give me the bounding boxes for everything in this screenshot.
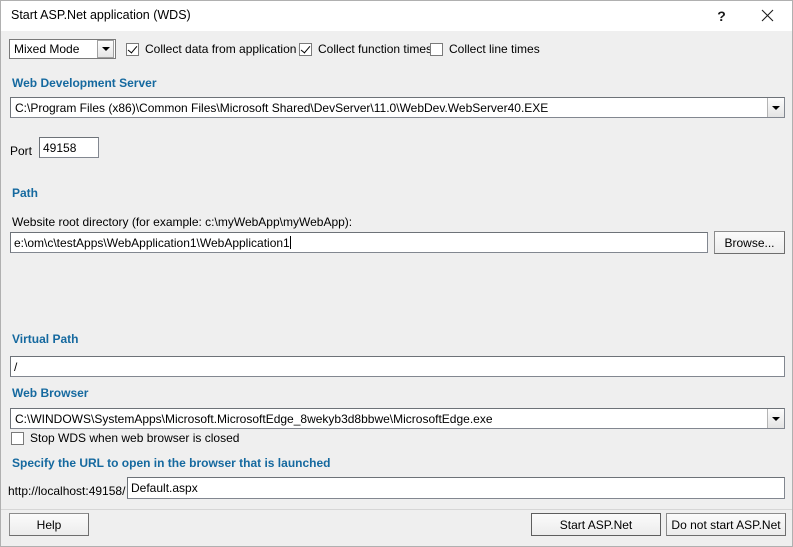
website-root-directory-label: Website root directory (for example: c:\…: [12, 215, 353, 229]
port-value: 49158: [43, 140, 77, 155]
chevron-down-icon[interactable]: [767, 409, 784, 428]
url-prefix-label: http://localhost:49158/: [8, 484, 126, 498]
chevron-down-icon[interactable]: [767, 98, 784, 117]
dialog-client-area: Mixed Mode Collect data from application…: [1, 31, 792, 546]
checkbox-box[interactable]: [430, 42, 443, 56]
checkbox-label: Stop WDS when web browser is closed: [30, 431, 240, 445]
checkbox-box[interactable]: [126, 42, 139, 56]
do-not-start-aspnet-button[interactable]: Do not start ASP.Net: [666, 513, 786, 536]
text-caret: [289, 236, 291, 249]
website-root-directory-value: e:\om\c\testApps\WebApplication1\WebAppl…: [14, 235, 290, 250]
collection-mode-combobox[interactable]: Mixed Mode: [9, 39, 116, 59]
website-root-directory-input[interactable]: e:\om\c\testApps\WebApplication1\WebAppl…: [10, 232, 708, 253]
collection-mode-value: Mixed Mode: [14, 42, 80, 56]
checkbox-collect-line-times[interactable]: Collect line times: [430, 42, 540, 56]
close-x-icon: [761, 9, 774, 22]
browse-button[interactable]: Browse...: [714, 231, 785, 254]
section-heading-web-browser: Web Browser: [12, 386, 89, 400]
window-title: Start ASP.Net application (WDS): [11, 8, 191, 22]
web-dev-server-path-combobox[interactable]: C:\Program Files (x86)\Common Files\Micr…: [10, 97, 785, 118]
help-question-icon[interactable]: ?: [699, 1, 744, 30]
checkbox-stop-wds-when-browser-closed[interactable]: Stop WDS when web browser is closed: [11, 431, 239, 445]
start-aspnet-button[interactable]: Start ASP.Net: [531, 513, 661, 536]
checkbox-label: Collect line times: [449, 42, 540, 56]
title-bar: Start ASP.Net application (WDS) ?: [1, 1, 792, 32]
checkbox-box[interactable]: [11, 431, 24, 445]
url-page-value: Default.aspx: [131, 481, 198, 495]
checkbox-collect-data-from-application[interactable]: Collect data from application: [126, 42, 296, 56]
checkbox-collect-function-times[interactable]: Collect function times: [299, 42, 432, 56]
port-input[interactable]: 49158: [39, 137, 99, 158]
section-heading-web-development-server: Web Development Server: [12, 76, 157, 90]
section-heading-path: Path: [12, 186, 39, 200]
checkbox-label: Collect data from application: [145, 42, 297, 56]
port-label: Port: [10, 144, 33, 158]
section-heading-url: Specify the URL to open in the browser t…: [12, 456, 331, 470]
close-button[interactable]: [745, 1, 790, 30]
section-heading-virtual-path: Virtual Path: [12, 332, 79, 346]
virtual-path-input[interactable]: /: [10, 356, 785, 377]
chevron-down-icon[interactable]: [97, 40, 114, 58]
web-browser-path-value: C:\WINDOWS\SystemApps\Microsoft.Microsof…: [15, 411, 493, 426]
footer-divider: [1, 509, 792, 510]
checkbox-box[interactable]: [299, 42, 312, 56]
help-button[interactable]: Help: [9, 513, 89, 536]
web-dev-server-path-value: C:\Program Files (x86)\Common Files\Micr…: [15, 100, 549, 115]
web-browser-path-combobox[interactable]: C:\WINDOWS\SystemApps\Microsoft.Microsof…: [10, 408, 785, 429]
start-aspnet-dialog: Start ASP.Net application (WDS) ? Mixed …: [0, 0, 793, 547]
checkbox-label: Collect function times: [318, 42, 433, 56]
virtual-path-value: /: [14, 359, 18, 374]
url-page-input[interactable]: Default.aspx: [127, 477, 785, 499]
